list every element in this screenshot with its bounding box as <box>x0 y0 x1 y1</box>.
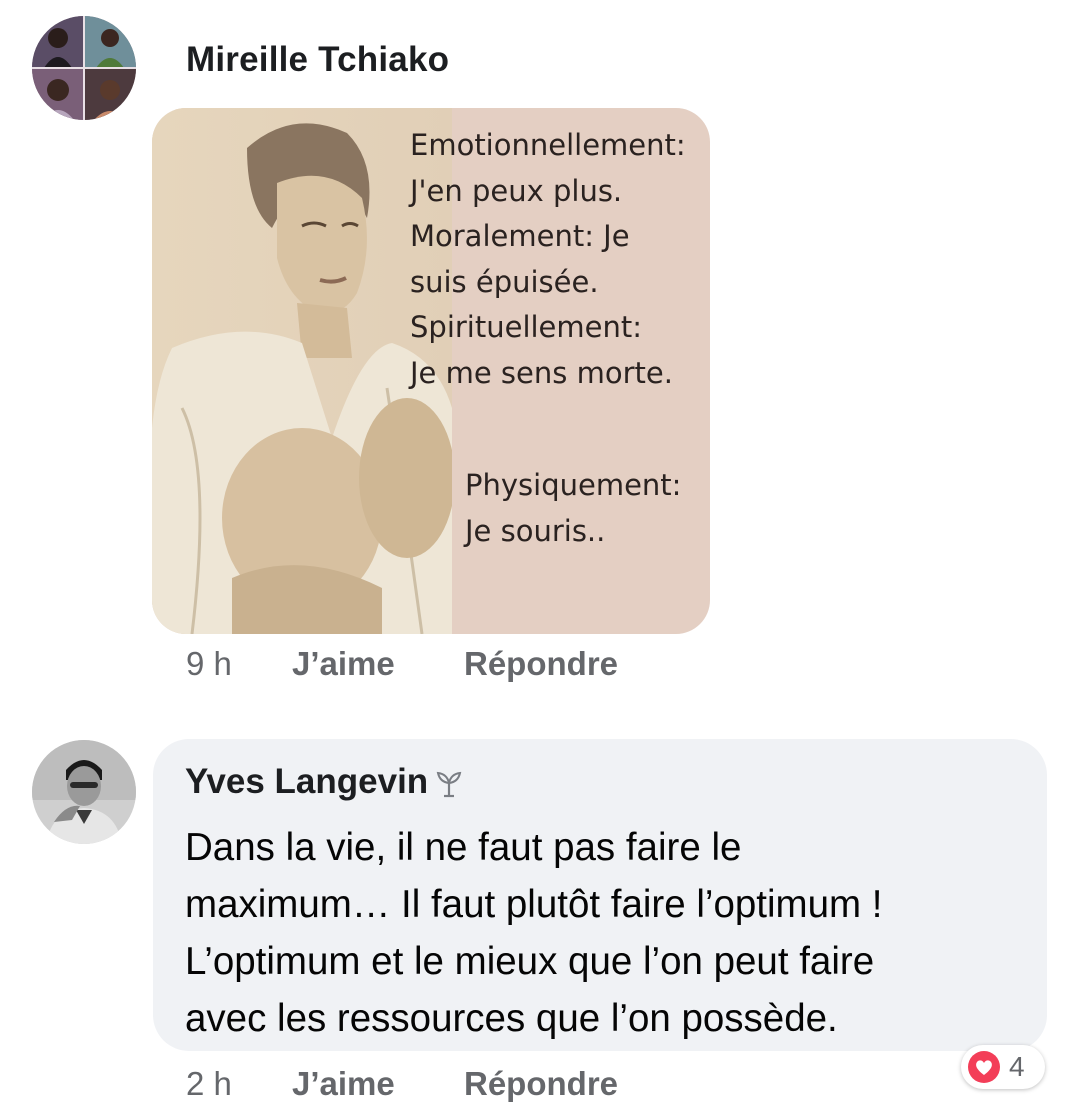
comment-author: Yves Langevin <box>185 762 464 802</box>
like-button[interactable]: J’aime <box>292 1065 464 1103</box>
image-quote-top: Emotionnellement: J'en peux plus. Morale… <box>410 123 686 396</box>
quote-line: Je souris.. <box>465 513 606 548</box>
woman-portrait-image <box>152 108 452 634</box>
comment-bubble: Yves Langevin Dans la vie, il ne faut pa… <box>153 739 1047 1051</box>
quote-line: J'en peux plus. <box>410 173 623 208</box>
avatar-yves[interactable] <box>32 740 136 844</box>
like-button[interactable]: J’aime <box>292 645 464 683</box>
quote-line: Emotionnellement: <box>410 128 686 162</box>
quote-line: Spirituellement: <box>410 310 643 344</box>
comment-author-name[interactable]: Mireille Tchiako <box>186 40 449 80</box>
comment-text: Dans la vie, il ne faut pas faire le max… <box>185 819 1035 1047</box>
comment-text-line: maximum… Il faut plutôt faire l’optimum … <box>185 883 883 926</box>
comment-actions: 2 h J’aime Répondre <box>186 1065 618 1103</box>
comment-author-name[interactable]: Yves Langevin <box>185 762 428 802</box>
reaction-count: 4 <box>1009 1051 1025 1082</box>
quote-line: suis épuisée. <box>410 264 599 299</box>
comment-timestamp[interactable]: 9 h <box>186 645 292 683</box>
quote-line: Je me sens morte. <box>410 355 673 390</box>
comment-image[interactable]: Emotionnellement: J'en peux plus. Morale… <box>152 108 710 634</box>
comments-thread: Mireille Tchiako Emotionnellement: J'en … <box>0 0 1079 1107</box>
love-reaction-icon <box>968 1051 1000 1083</box>
quote-line: Physiquement: <box>465 468 682 502</box>
comment-text-line: L’optimum et le mieux que l’on peut fair… <box>185 940 875 983</box>
quote-line: Moralement: Je <box>410 219 630 253</box>
reply-button[interactable]: Répondre <box>464 1065 618 1103</box>
image-quote-bottom: Physiquement: Je souris.. <box>465 463 681 554</box>
reply-button[interactable]: Répondre <box>464 645 618 683</box>
avatar-mireille[interactable] <box>32 16 136 120</box>
avatar-collage-image <box>32 16 136 120</box>
avatar-man-portrait-image <box>32 740 136 844</box>
comment-timestamp[interactable]: 2 h <box>186 1065 292 1103</box>
rising-fan-sprout-icon[interactable] <box>434 767 464 798</box>
comment-text-line: avec les ressources que l’on possède. <box>185 997 838 1040</box>
comment-actions: 9 h J’aime Répondre <box>186 645 618 683</box>
comment-text-line: Dans la vie, il ne faut pas faire le <box>185 826 742 869</box>
reactions-summary[interactable]: 4 <box>961 1045 1045 1089</box>
